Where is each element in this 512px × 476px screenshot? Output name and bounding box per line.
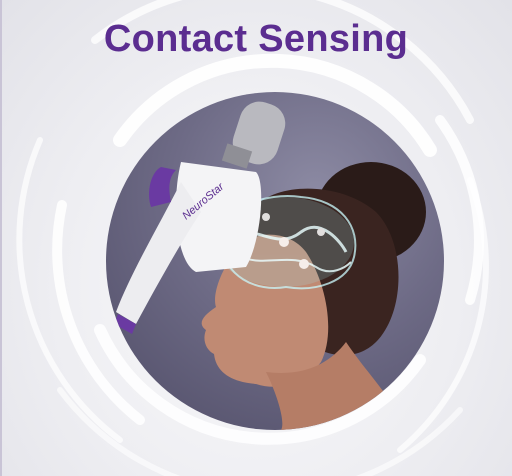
patient-illustration: NeuroStar xyxy=(114,101,426,430)
slide-title: Contact Sensing xyxy=(103,18,409,60)
slide: Contact Sensing NeuroStar xyxy=(0,0,512,476)
arc-left-outer xyxy=(16,137,123,443)
arc-right-mid xyxy=(435,115,484,305)
patient-photo-circle: NeuroStar xyxy=(106,92,444,430)
